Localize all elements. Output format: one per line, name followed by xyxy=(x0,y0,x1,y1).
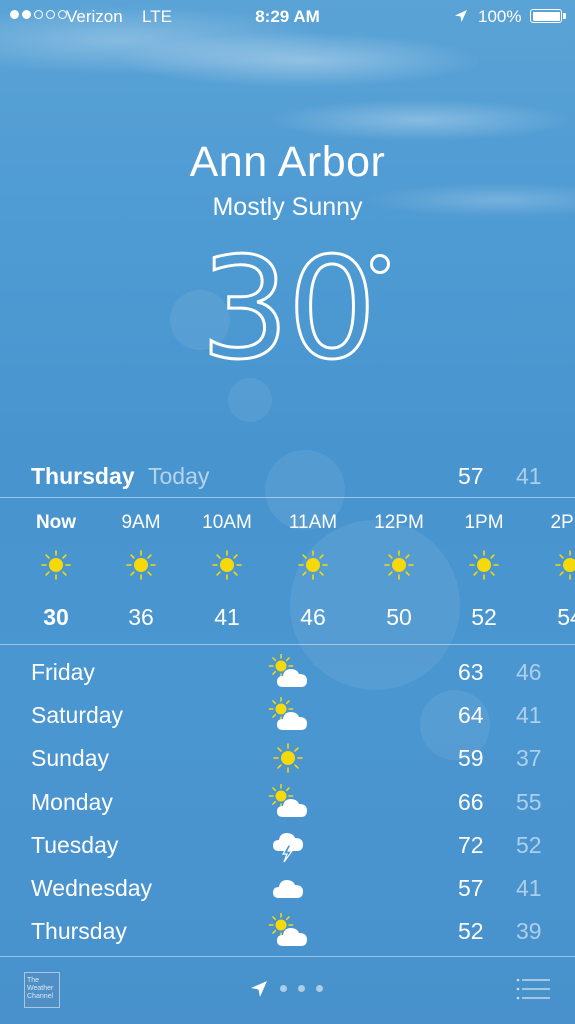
today-low: 41 xyxy=(516,463,542,489)
status-bar: Verizon LTE 8:29 AM 100% xyxy=(0,0,575,34)
page-dot[interactable] xyxy=(298,985,305,992)
sun-icon xyxy=(41,550,71,580)
day-low: 41 xyxy=(516,875,542,901)
today-day-name: Thursday xyxy=(31,463,135,489)
degree-symbol xyxy=(370,254,390,274)
sun-icon xyxy=(555,550,575,580)
city-name: Ann Arbor xyxy=(189,138,386,186)
day-low: 55 xyxy=(516,788,542,815)
hour-temperature: 50 xyxy=(386,604,412,630)
hour-label: 10AM xyxy=(202,512,252,533)
partly-cloudy-icon xyxy=(268,653,308,690)
partly-cloudy-icon xyxy=(268,783,308,820)
day-high: 57 xyxy=(458,875,484,901)
today-high: 57 xyxy=(458,463,484,489)
bottom-toolbar: The Weather Channel xyxy=(0,957,575,1024)
daily-forecast-row: Saturday 64 41 xyxy=(0,695,575,735)
sun-icon xyxy=(469,550,499,580)
day-low: 41 xyxy=(516,702,542,729)
day-low: 39 xyxy=(516,918,542,945)
page-dot[interactable] xyxy=(316,985,323,992)
today-summary: Thursday Today 57 41 xyxy=(0,460,575,496)
divider xyxy=(0,644,575,645)
hour-temperature: 41 xyxy=(214,604,240,630)
day-name: Friday xyxy=(31,659,95,685)
sun-icon xyxy=(298,550,328,580)
current-location-icon[interactable] xyxy=(250,980,268,998)
partly-cloudy-icon xyxy=(268,696,308,733)
location-arrow-icon xyxy=(455,10,467,22)
hour-temperature: 52 xyxy=(471,604,497,630)
hour-label: 9AM xyxy=(121,512,161,533)
day-low: 52 xyxy=(516,831,542,858)
daily-forecast-row: Sunday 59 37 xyxy=(0,738,575,778)
hour-label: 2PM xyxy=(550,512,575,533)
day-name: Thursday xyxy=(31,918,127,945)
hour-label: 11AM xyxy=(288,512,338,533)
hour-temperature: 46 xyxy=(300,604,326,630)
daily-forecast-row: Friday 63 46 xyxy=(0,652,575,692)
day-high: 72 xyxy=(458,831,484,858)
partly-cloudy-icon xyxy=(268,912,308,949)
day-name: Tuesday xyxy=(31,831,119,858)
sun-icon xyxy=(384,550,414,580)
hour-label: 12PM xyxy=(374,512,424,533)
thunderstorm-icon xyxy=(268,827,308,863)
today-label: Today xyxy=(148,463,210,489)
hour-label: Now xyxy=(35,512,77,533)
sun-icon xyxy=(126,550,156,580)
daily-forecast-row: Monday 66 55 xyxy=(0,782,575,822)
day-high: 66 xyxy=(458,788,484,815)
weather-channel-logo[interactable]: The Weather Channel xyxy=(24,972,60,1008)
city-list-icon[interactable] xyxy=(516,978,550,1000)
cloud-icon xyxy=(268,870,308,906)
hour-temperature: 36 xyxy=(128,604,154,630)
battery-percentage: 100% xyxy=(478,7,522,26)
daily-forecast-row: Wednesday 57 41 xyxy=(0,868,575,908)
day-low: 37 xyxy=(516,745,542,772)
daily-forecast-row: Tuesday 72 52 xyxy=(0,825,575,865)
day-name: Saturday xyxy=(31,702,124,729)
hour-temperature: 30 xyxy=(43,604,69,630)
day-low: 46 xyxy=(516,659,542,685)
battery-icon xyxy=(530,9,562,23)
daily-forecast-row: Thursday 52 39 xyxy=(0,911,575,951)
hour-label: 1PM xyxy=(464,512,504,533)
current-temperature: 30 xyxy=(0,238,575,381)
day-high: 63 xyxy=(458,659,484,685)
hourly-forecast[interactable]: Now 30 9AM 36 10AM 41 11AM 46 12PM 50 1PM 52 2PM 54 xyxy=(0,498,575,644)
day-name: Wednesday xyxy=(31,875,153,901)
day-high: 52 xyxy=(458,918,484,945)
day-name: Monday xyxy=(31,788,113,815)
page-dot[interactable] xyxy=(280,985,287,992)
day-high: 59 xyxy=(458,745,484,772)
sun-icon xyxy=(212,550,242,580)
day-high: 64 xyxy=(458,702,484,729)
day-name: Sunday xyxy=(31,745,110,772)
weather-condition: Mostly Sunny xyxy=(212,193,363,221)
hour-temperature: 54 xyxy=(557,604,575,630)
temperature-value: 30 xyxy=(199,228,378,391)
battery-nub xyxy=(563,13,566,19)
sun-icon xyxy=(268,740,308,776)
